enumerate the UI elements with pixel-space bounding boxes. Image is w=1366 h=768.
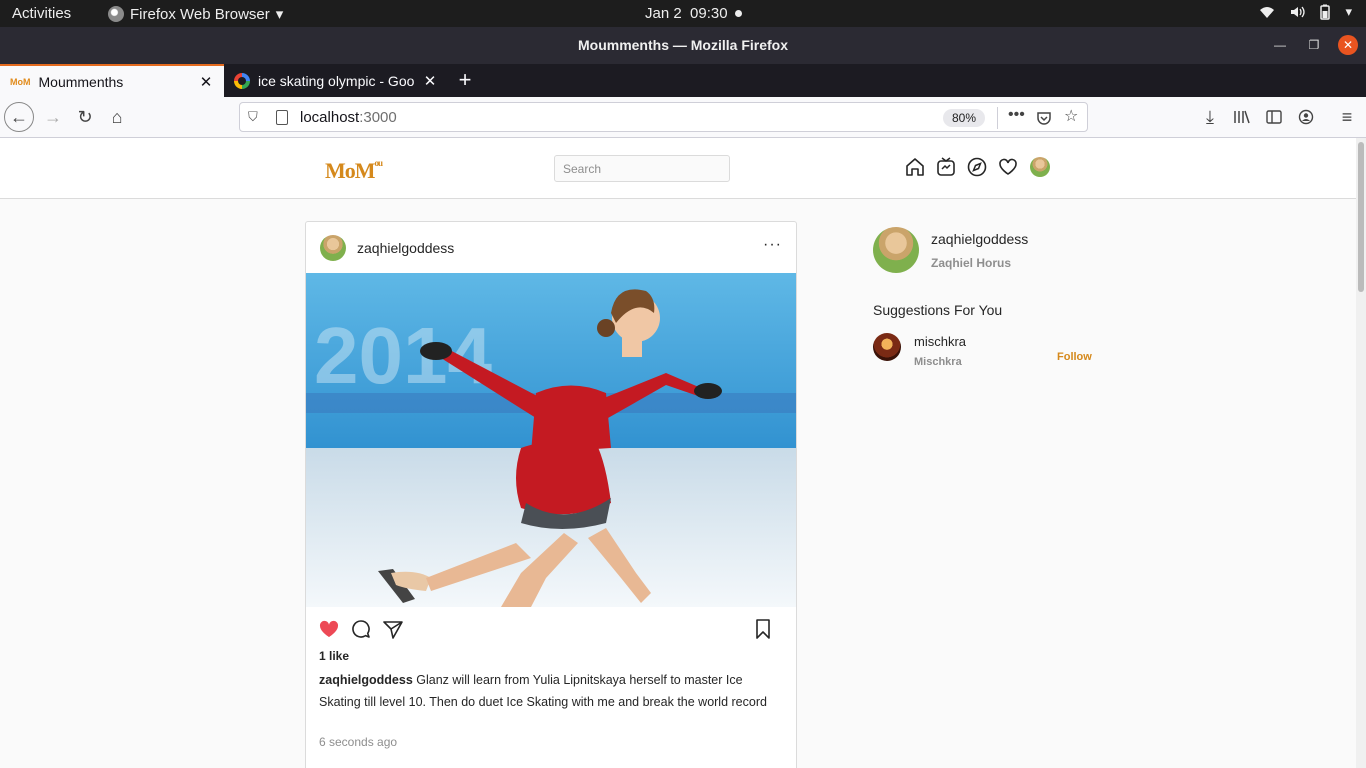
post-author-avatar[interactable]	[320, 235, 346, 261]
page-scrollbar[interactable]	[1356, 138, 1366, 768]
home-icon[interactable]	[904, 156, 926, 178]
hamburger-menu-icon[interactable]: ≡	[1332, 102, 1362, 132]
share-paper-plane-icon[interactable]	[382, 618, 404, 640]
page-info-icon[interactable]	[276, 110, 288, 125]
zoom-level-badge[interactable]: 80%	[943, 109, 985, 127]
chevron-down-icon: ▾	[275, 6, 284, 23]
url-port: :3000	[359, 109, 397, 126]
site-logo-text: MoM	[325, 158, 376, 183]
sidebar-toggle-icon[interactable]	[1259, 102, 1289, 132]
like-heart-icon[interactable]	[318, 618, 340, 640]
navigation-toolbar: ← → ↻ ⌂ ⛉ localhost:3000 80% ••• ☆ ⤓ ≡	[0, 97, 1366, 138]
activity-heart-icon[interactable]	[997, 156, 1019, 178]
volume-icon	[1289, 4, 1306, 23]
back-button[interactable]: ←	[4, 102, 34, 132]
close-tab-icon[interactable]: ✕	[198, 73, 214, 91]
google-favicon-icon	[234, 72, 250, 89]
post-options-icon[interactable]: ···	[763, 236, 782, 254]
home-button[interactable]: ⌂	[102, 102, 132, 132]
tab-strip: MoM Moummenths ✕ ice skating olympic - G…	[0, 64, 1366, 97]
maximize-button[interactable]: ❐	[1304, 35, 1324, 55]
close-tab-icon[interactable]: ✕	[422, 72, 438, 90]
suggestions-heading: Suggestions For You	[873, 302, 1003, 318]
current-user-fullname: Zaqhiel Horus	[931, 256, 1012, 270]
tab-title: Moummenths	[38, 73, 124, 90]
post-caption: zaqhielgoddess Glanz will learn from Yul…	[319, 669, 779, 713]
forward-button[interactable]: →	[38, 102, 68, 132]
search-input[interactable]	[554, 155, 730, 182]
banner-text: 2014	[314, 311, 492, 400]
tab-title: ice skating olympic - Goo	[258, 72, 415, 89]
site-logo-subtext: ou	[374, 158, 383, 168]
save-bookmark-icon[interactable]	[752, 618, 774, 640]
post-timestamp: 6 seconds ago	[319, 735, 398, 749]
library-icon[interactable]	[1227, 102, 1257, 132]
suggestion-fullname: Mischkra	[914, 356, 962, 368]
suggestion-username[interactable]: mischkra	[914, 334, 966, 349]
caption-username[interactable]: zaqhielgoddess	[319, 673, 413, 687]
clock[interactable]: Jan 2 09:30	[645, 5, 728, 22]
url-host: localhost	[300, 109, 360, 126]
profile-avatar[interactable]	[1030, 157, 1050, 177]
window-title: Moummenths — Mozilla Firefox	[577, 37, 788, 53]
url-bar[interactable]: ⛉ localhost:3000 80% ••• ☆	[239, 102, 1088, 132]
post-image[interactable]: 2014	[306, 273, 796, 607]
messenger-icon[interactable]	[935, 156, 957, 178]
tab-moummenths[interactable]: MoM Moummenths ✕	[0, 64, 224, 97]
close-window-button[interactable]: ✕	[1338, 35, 1358, 55]
notification-dot-icon	[735, 10, 742, 17]
post-card: zaqhielgoddess ··· 2014 1 like zaqhielgo…	[305, 221, 797, 768]
current-user-avatar[interactable]	[873, 227, 919, 273]
pocket-icon[interactable]	[1036, 106, 1052, 131]
ice-skater-photo: 2014	[306, 273, 796, 607]
wifi-icon	[1259, 4, 1275, 23]
post-like-count[interactable]: 1 like	[319, 649, 349, 663]
post-action-bar	[318, 618, 784, 644]
window-titlebar: Moummenths — Mozilla Firefox — ❐ ✕	[0, 27, 1366, 64]
clock-time: 09:30	[690, 5, 728, 22]
minimize-button[interactable]: —	[1270, 35, 1290, 55]
suggestion-avatar[interactable]	[873, 333, 901, 361]
app-menu-label: Firefox Web Browser	[130, 5, 270, 23]
power-menu-chevron-icon: ▾	[1345, 4, 1352, 19]
url-text[interactable]: localhost:3000	[300, 109, 397, 126]
activities-button[interactable]: Activities	[12, 5, 71, 22]
scrollbar-thumb[interactable]	[1358, 142, 1364, 292]
page-actions-menu-icon[interactable]: •••	[1008, 106, 1025, 124]
firefox-icon	[108, 6, 124, 22]
clock-date: Jan 2	[645, 5, 682, 22]
page-viewport: MoMou zaqhielgoddess ···	[0, 138, 1356, 768]
site-favicon-icon: MoM	[10, 76, 31, 87]
tracking-protection-shield-icon[interactable]: ⛉	[248, 109, 258, 125]
bookmark-star-icon[interactable]: ☆	[1064, 106, 1078, 126]
url-bar-divider	[997, 107, 998, 129]
site-logo[interactable]: MoMou	[325, 158, 383, 184]
tab-ice-skating-search[interactable]: ice skating olympic - Goo ✕	[224, 64, 448, 97]
reload-button[interactable]: ↻	[70, 102, 100, 132]
system-top-bar: Activities Firefox Web Browser ▾ Jan 2 0…	[0, 0, 1366, 27]
comment-icon[interactable]	[350, 618, 372, 640]
system-tray[interactable]: ▾	[1259, 4, 1352, 23]
current-user-username[interactable]: zaqhielgoddess	[931, 231, 1028, 247]
new-tab-button[interactable]: +	[452, 68, 478, 92]
site-header: MoMou	[0, 138, 1356, 199]
app-menu[interactable]: Firefox Web Browser ▾	[108, 5, 283, 23]
explore-compass-icon[interactable]	[966, 156, 988, 178]
post-author-username[interactable]: zaqhielgoddess	[357, 240, 454, 256]
downloads-icon[interactable]: ⤓	[1195, 102, 1225, 132]
battery-icon	[1319, 4, 1331, 23]
follow-button[interactable]: Follow	[1057, 351, 1092, 363]
account-icon[interactable]	[1291, 102, 1321, 132]
